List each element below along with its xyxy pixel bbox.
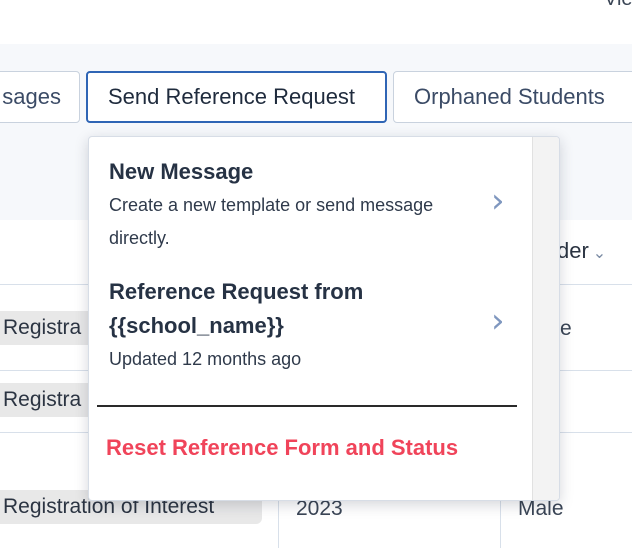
- reference-request-updated: Updated 12 months ago: [109, 349, 302, 369]
- new-message-description-line: directly.: [109, 228, 170, 248]
- gender-column-header[interactable]: der ⌄: [557, 238, 606, 264]
- new-message-description-line: Create a new template or send message: [109, 195, 434, 215]
- status-badge: Registra: [0, 311, 96, 345]
- tab-messages-label: sages: [2, 84, 61, 109]
- gender-header-label: der: [557, 238, 589, 263]
- tab-orphaned-students-label: Orphaned Students: [414, 84, 605, 109]
- top-bar: Vie: [0, 0, 632, 44]
- reset-reference-form-button[interactable]: Reset Reference Form and Status: [106, 435, 458, 461]
- chevron-down-icon: ⌄: [592, 245, 607, 262]
- dropdown-item-new-message[interactable]: New Message Create a new template or sen…: [109, 155, 509, 255]
- chevron-right-icon[interactable]: ›: [491, 301, 505, 341]
- new-message-description: Create a new template or send message di…: [109, 189, 509, 255]
- chevron-right-icon[interactable]: ›: [491, 181, 505, 221]
- tab-orphaned-students[interactable]: Orphaned Students: [393, 71, 632, 123]
- reference-request-title-line: Reference Request from: [109, 279, 364, 304]
- send-reference-dropdown: New Message Create a new template or sen…: [88, 136, 560, 501]
- tab-send-reference-request[interactable]: Send Reference Request: [86, 71, 387, 123]
- reference-request-title: Reference Request from {{school_name}}: [109, 275, 509, 343]
- dropdown-item-reference-request[interactable]: Reference Request from {{school_name}} U…: [109, 275, 509, 376]
- gender-cell: e: [560, 317, 572, 340]
- tab-messages[interactable]: sages: [0, 71, 80, 123]
- reference-request-title-line: {{school_name}}: [109, 313, 284, 338]
- status-badge: Registra: [0, 383, 96, 417]
- new-message-title: New Message: [109, 159, 254, 184]
- top-partial-text[interactable]: Vie: [604, 0, 632, 11]
- dropdown-divider: [97, 405, 517, 407]
- dropdown-scrollbar[interactable]: [532, 137, 559, 500]
- status-badge-label: Registra: [3, 316, 82, 339]
- status-badge-label: Registra: [3, 388, 82, 411]
- tab-send-reference-request-label: Send Reference Request: [108, 84, 356, 109]
